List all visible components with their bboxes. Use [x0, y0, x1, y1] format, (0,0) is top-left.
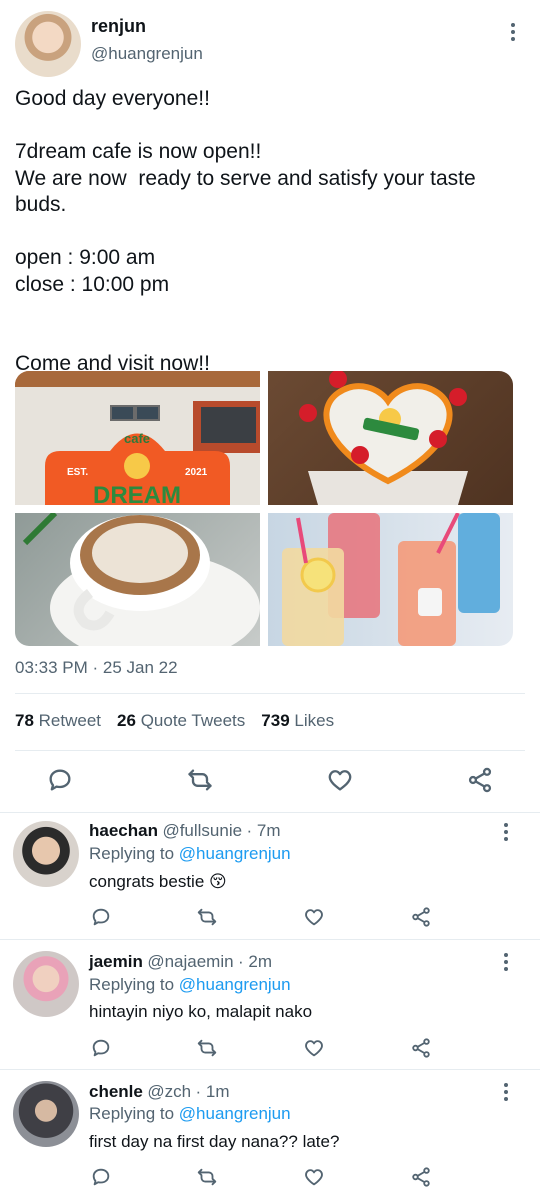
replying-to-prefix: Replying to — [89, 844, 175, 863]
retweet-icon[interactable] — [186, 766, 214, 794]
more-icon[interactable] — [496, 1080, 516, 1104]
reply-text: congrats bestie 😚 — [89, 872, 227, 891]
reply-icon[interactable] — [90, 1166, 118, 1194]
reply-name[interactable]: chenle — [89, 1082, 143, 1101]
retweet-icon[interactable] — [196, 1166, 224, 1194]
tweet-text: Good day everyone!! 7dream cafe is now o… — [15, 87, 476, 375]
share-icon[interactable] — [466, 766, 494, 794]
replying-to-link[interactable]: @huangrenjun — [179, 844, 291, 863]
retweet-icon[interactable] — [196, 906, 224, 934]
retweet-count: 78 — [15, 711, 34, 730]
media-cappuccino[interactable] — [15, 513, 260, 646]
author-name[interactable]: renjun — [91, 16, 146, 37]
heart-icon[interactable] — [303, 906, 331, 934]
more-icon[interactable] — [496, 820, 516, 844]
reply-icon[interactable] — [90, 906, 118, 934]
author-avatar[interactable] — [15, 11, 81, 77]
like-stat[interactable]: 739 Likes — [261, 711, 334, 731]
author-handle[interactable]: @huangrenjun — [91, 44, 203, 64]
heart-icon[interactable] — [303, 1037, 331, 1065]
share-icon[interactable] — [410, 906, 438, 934]
tweet-stats: 78 Retweet 26 Quote Tweets 739 Likes — [15, 711, 334, 731]
divider — [15, 750, 525, 751]
quote-label: Quote Tweets — [140, 711, 246, 730]
heart-icon[interactable] — [326, 766, 354, 794]
media-heart-cake[interactable] — [268, 371, 513, 505]
media-drinks[interactable] — [268, 513, 513, 646]
reply-handle[interactable]: @zch — [147, 1082, 191, 1101]
share-icon[interactable] — [410, 1037, 438, 1065]
retweet-icon[interactable] — [196, 1037, 224, 1065]
quote-stat[interactable]: 26 Quote Tweets — [117, 711, 245, 731]
media-cafe-sign[interactable]: cafe EST. 2021 DREAM — [15, 371, 260, 505]
heart-icon[interactable] — [303, 1166, 331, 1194]
replying-to: Replying to @huangrenjun — [89, 844, 291, 864]
reply-name[interactable]: haechan — [89, 821, 158, 840]
reply-handle[interactable]: @najaemin — [147, 952, 233, 971]
share-icon[interactable] — [410, 1166, 438, 1194]
like-label: Likes — [294, 711, 335, 730]
reply-handle[interactable]: @fullsunie — [162, 821, 242, 840]
tweet-timestamp[interactable]: 03:33 PM · 25 Jan 22 — [15, 658, 178, 678]
divider — [0, 939, 540, 940]
reply-icon[interactable] — [46, 766, 74, 794]
replying-to-prefix: Replying to — [89, 1104, 175, 1123]
reply-text: hintayin niyo ko, malapit nako — [89, 1002, 313, 1021]
reply-time: · 7m — [246, 821, 281, 840]
more-icon[interactable] — [503, 20, 523, 44]
reply-text: first day na first day nana?? late? — [89, 1132, 340, 1151]
replying-to-prefix: Replying to — [89, 975, 175, 994]
reply-avatar[interactable] — [13, 1081, 79, 1147]
retweet-stat[interactable]: 78 Retweet — [15, 711, 101, 731]
sign-year-text: 2021 — [185, 467, 208, 478]
sign-dream-text: DREAM — [93, 482, 181, 505]
reply-name[interactable]: jaemin — [89, 952, 143, 971]
replying-to: Replying to @huangrenjun — [89, 1104, 291, 1124]
retweet-label: Retweet — [38, 711, 102, 730]
reply-avatar[interactable] — [13, 821, 79, 887]
sign-est-text: EST. — [67, 467, 88, 478]
divider — [0, 1069, 540, 1070]
media-grid[interactable]: cafe EST. 2021 DREAM — [15, 371, 513, 646]
like-count: 739 — [261, 711, 290, 730]
replying-to-link[interactable]: @huangrenjun — [179, 1104, 291, 1123]
reply-avatar[interactable] — [13, 951, 79, 1017]
sign-cafe-text: cafe — [124, 431, 150, 446]
reply-header: haechan @fullsunie · 7m — [89, 821, 281, 841]
reply-header: chenle @zch · 1m — [89, 1082, 229, 1102]
divider — [0, 812, 540, 813]
replying-to: Replying to @huangrenjun — [89, 975, 291, 995]
reply-header: jaemin @najaemin · 2m — [89, 952, 272, 972]
quote-count: 26 — [117, 711, 136, 730]
replying-to-link[interactable]: @huangrenjun — [179, 975, 291, 994]
reply-icon[interactable] — [90, 1037, 118, 1065]
reply-time: · 2m — [238, 952, 273, 971]
divider — [15, 693, 525, 694]
more-icon[interactable] — [496, 950, 516, 974]
reply-time: · 1m — [195, 1082, 230, 1101]
